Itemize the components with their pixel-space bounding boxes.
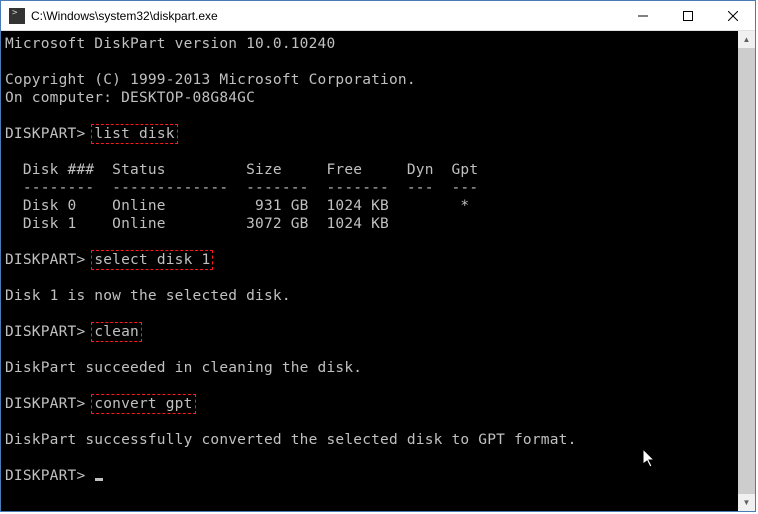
msg-convert: DiskPart successfully converted the sele… [5, 432, 577, 448]
table-header: Disk ### Status Size Free Dyn Gpt [5, 162, 478, 178]
table-row: Disk 1 Online 3072 GB 1024 KB [5, 216, 389, 232]
table-rule: -------- ------------- ------- ------- -… [5, 180, 478, 196]
terminal-output[interactable]: Microsoft DiskPart version 10.0.10240 Co… [1, 31, 738, 511]
scroll-track[interactable] [738, 48, 755, 494]
scroll-thumb[interactable] [738, 48, 755, 494]
scroll-down-arrow[interactable]: ▼ [738, 494, 755, 511]
prompt: DISKPART> [5, 126, 85, 142]
cmd-convert-gpt: convert gpt [91, 394, 195, 414]
app-icon [9, 8, 25, 24]
minimize-button[interactable] [620, 1, 665, 30]
cmd-list-disk: list disk [91, 124, 177, 144]
close-icon [728, 11, 738, 21]
prompt: DISKPART> [5, 396, 85, 412]
prompt: DISKPART> [5, 252, 85, 268]
window-controls [620, 1, 755, 30]
prompt: DISKPART> [5, 468, 85, 484]
titlebar[interactable]: C:\Windows\system32\diskpart.exe [1, 1, 755, 31]
cmd-clean: clean [91, 322, 142, 342]
window-title: C:\Windows\system32\diskpart.exe [31, 9, 620, 23]
close-button[interactable] [710, 1, 755, 30]
msg-clean: DiskPart succeeded in cleaning the disk. [5, 360, 362, 376]
text-cursor [95, 478, 103, 481]
prompt: DISKPART> [5, 324, 85, 340]
scroll-up-arrow[interactable]: ▲ [738, 31, 755, 48]
cmd-select-disk: select disk 1 [91, 250, 213, 270]
msg-select: Disk 1 is now the selected disk. [5, 288, 291, 304]
content-area: Microsoft DiskPart version 10.0.10240 Co… [1, 31, 755, 511]
cmd-window: C:\Windows\system32\diskpart.exe Microso… [0, 0, 756, 512]
maximize-icon [683, 11, 693, 21]
vertical-scrollbar[interactable]: ▲ ▼ [738, 31, 755, 511]
maximize-button[interactable] [665, 1, 710, 30]
copyright-line: Copyright (C) 1999-2013 Microsoft Corpor… [5, 72, 416, 88]
minimize-icon [638, 11, 648, 21]
computer-line: On computer: DESKTOP-08G84GC [5, 90, 255, 106]
table-row: Disk 0 Online 931 GB 1024 KB * [5, 198, 469, 214]
version-line: Microsoft DiskPart version 10.0.10240 [5, 36, 335, 52]
